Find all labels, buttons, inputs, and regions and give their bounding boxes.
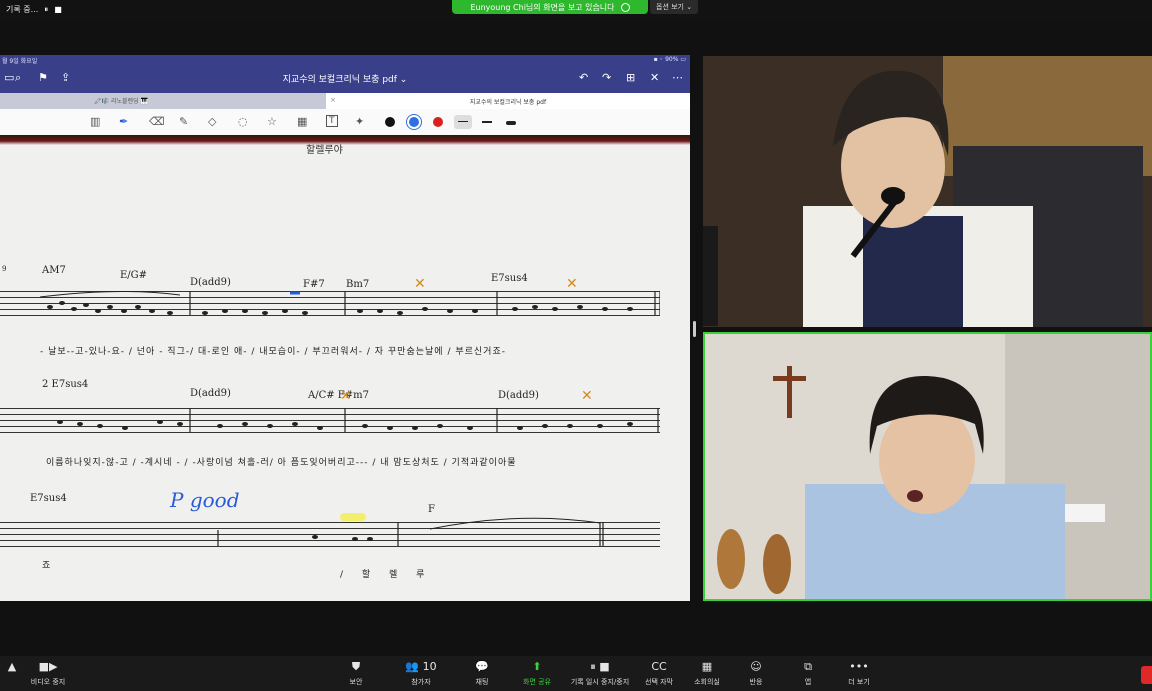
chat-button[interactable]: 💬 채팅	[452, 660, 512, 687]
orange-cross-mark: ✕	[566, 276, 578, 292]
participant-video-2-frame	[705, 334, 1150, 599]
shared-screen: 월 9일 화요일 ▪ ◦ 90% ▭ ▭ ⌕ ⚑ ⇪ 지교수의 보컬크리닉 보충…	[0, 55, 690, 601]
song-title: 할렐루야	[306, 145, 343, 156]
chord-label: 2 E7sus4	[42, 379, 89, 390]
orange-cross-mark: ✕	[414, 276, 426, 292]
chord-label: AM7	[42, 265, 66, 276]
chord-label: E/G#	[120, 270, 148, 281]
tab-left-document[interactable]: 🖍🎼 리노블렌딩 🎹	[0, 93, 326, 109]
status-date: 월 9일 화요일	[2, 58, 38, 65]
ipad-status-bar: 월 9일 화요일 ▪ ◦ 90% ▭	[0, 55, 690, 66]
eraser-icon[interactable]: ⌫	[149, 115, 165, 128]
end-meeting-button[interactable]	[1141, 666, 1152, 684]
tab-left-label: 🖍🎼 리노블렌딩 🎹	[94, 98, 148, 105]
lasso-icon[interactable]: ◌	[238, 115, 248, 128]
security-button[interactable]: ⛊ 보안	[326, 660, 386, 687]
more-button[interactable]: ••• 더 보기	[829, 660, 889, 687]
notes-staff-2	[57, 408, 659, 432]
read-mode-icon[interactable]: ▥	[90, 115, 100, 128]
more-dots-icon: •••	[849, 660, 869, 673]
meeting-top-bar: 기록 중... ⏸ ■ Eunyoung Chi님의 화면을 보고 있습니다 옵…	[0, 0, 1152, 20]
view-options-button[interactable]: 옵션 보기 ⌄	[650, 0, 699, 14]
stop-recording-icon[interactable]: ■	[54, 5, 62, 14]
document-tabs: 🖍🎼 리노블렌딩 🎹 × 지교수의 보컬크리닉 보충 pdf	[0, 93, 690, 109]
color-blue-swatch[interactable]	[409, 117, 419, 127]
chord-label: D(add9)	[190, 388, 231, 399]
color-black-swatch[interactable]	[385, 117, 395, 127]
more-icon[interactable]: ⋯	[672, 71, 683, 84]
color-red-swatch[interactable]	[433, 117, 443, 127]
recording-control-button[interactable]: ⏸ ■ 기록 일시 중지/중지	[570, 660, 630, 687]
lyrics-line-4: / 할 렐 루	[340, 570, 426, 580]
status-battery: ▪ ◦ 90% ▭	[653, 56, 686, 63]
orange-cross-mark: ✕	[581, 388, 593, 404]
reactions-button[interactable]: ☺ 반응	[726, 660, 786, 687]
recording-label: 기록 중...	[6, 5, 39, 14]
share-banner-text: Eunyoung Chi님의 화면을 보고 있습니다	[470, 2, 615, 12]
chord-label: E7sus4	[30, 493, 67, 504]
pause-recording-icon[interactable]: ⏸	[44, 5, 48, 15]
share-screen-button[interactable]: ⬆ 화면 공유	[507, 660, 567, 687]
tab-active-label: 지교수의 보컬크리닉 보충 pdf	[469, 99, 547, 106]
share-screen-icon: ⬆	[532, 660, 542, 673]
chat-icon: 💬	[475, 660, 489, 673]
sticker-icon[interactable]: ☆	[267, 115, 277, 128]
lyrics-line-1: - 날보--고-있나-요- / 넌아 - 직그-/ 대-로인 애- / 내모습이…	[40, 347, 506, 357]
add-page-icon[interactable]: ⊞	[626, 71, 635, 84]
participants-icon: 👥 10	[405, 660, 437, 673]
line-thin-option[interactable]	[454, 115, 472, 129]
meeting-controls-bar: ▲ ■▶ 비디오 중지 ⛊ 보안 👥 10 참가자 💬 채팅 ⬆ 화면 공유 ⏸ ■ 기록 …	[0, 656, 1152, 691]
page-top-edge	[0, 135, 690, 145]
image-icon[interactable]: ▦	[297, 115, 307, 128]
shapes-icon[interactable]: ◇	[208, 115, 216, 128]
screen-share-banner: Eunyoung Chi님의 화면을 보고 있습니다	[452, 0, 648, 14]
recording-indicator: 기록 중... ⏸ ■	[6, 4, 62, 15]
laser-pointer-icon[interactable]: ✦	[355, 115, 364, 128]
participant-video-2[interactable]	[703, 332, 1152, 601]
document-nav-bar: ▭ ⌕ ⚑ ⇪ 지교수의 보컬크리닉 보충 pdf ⌄ ↶ ↷ ⊞ ✕ ⋯	[0, 66, 690, 93]
participant-video-1[interactable]	[703, 56, 1152, 327]
orange-cross-mark: ✕	[340, 388, 352, 404]
line-medium-option[interactable]	[478, 115, 496, 129]
redo-icon[interactable]: ↷	[602, 71, 611, 84]
panel-resize-handle[interactable]	[693, 321, 696, 337]
pen-icon[interactable]: ✒	[119, 115, 128, 128]
measure-number: 9	[2, 265, 7, 273]
smiley-icon: ☺	[750, 660, 762, 673]
close-icon[interactable]: ✕	[650, 71, 659, 84]
notes-staff-3	[217, 513, 604, 546]
annotation-toolbar: ▥ ✒ ⌫ ✎ ◇ ◌ ☆ ▦ T ✦	[0, 109, 690, 136]
share-status-icon	[620, 2, 630, 12]
pause-stop-icon: ⏸ ■	[590, 660, 610, 673]
notes-staff-1	[39, 290, 660, 315]
lyrics-line-2: 이름하나잊지-않-고 / -계시네 - / -사랑이넘 쳐흘-러/ 아 픔도잊어…	[46, 458, 517, 468]
text-tool-icon[interactable]: T	[326, 115, 338, 127]
participants-button[interactable]: 👥 10 참가자	[391, 660, 451, 687]
undo-icon[interactable]: ↶	[579, 71, 588, 84]
tab-active-document[interactable]: × 지교수의 보컬크리닉 보충 pdf	[326, 93, 690, 109]
line-thick-option[interactable]	[502, 115, 520, 129]
shield-icon: ⛊	[351, 660, 361, 673]
highlighter-icon[interactable]: ✎	[179, 115, 188, 128]
participant-video-1-frame	[703, 56, 1152, 327]
stop-video-button[interactable]: ■▶ 비디오 중지	[18, 660, 78, 687]
video-camera-icon: ■▶	[38, 660, 58, 673]
lyrics-line-3: 죠	[42, 561, 52, 571]
